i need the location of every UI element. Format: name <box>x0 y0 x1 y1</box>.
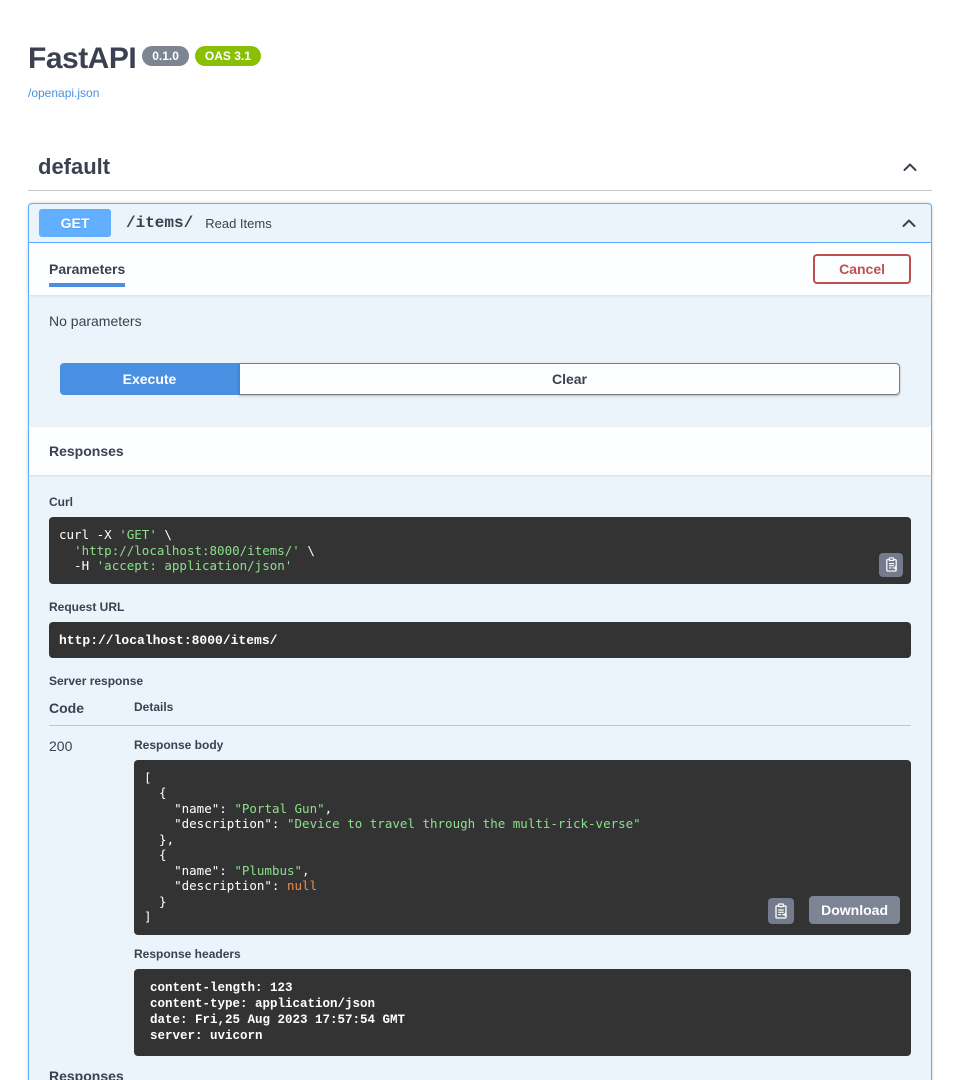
curl-label: Curl <box>49 495 911 509</box>
page-title: FastAPI <box>28 44 136 74</box>
server-response-label: Server response <box>49 674 911 688</box>
openapi-spec-link[interactable]: /openapi.json <box>28 86 99 100</box>
tag-header-default[interactable]: default <box>28 154 932 191</box>
clipboard-copy-icon <box>884 557 899 572</box>
response-headers-block: content-length: 123content-type: applica… <box>134 969 911 1056</box>
version-badge: 0.1.0 <box>142 46 189 66</box>
oas-version-badge: OAS 3.1 <box>195 46 261 66</box>
copy-button[interactable] <box>768 898 794 924</box>
request-url-value: http://localhost:8000/items/ <box>59 633 277 648</box>
parameters-title: Parameters <box>49 261 125 277</box>
server-response-table-head: Code Details <box>49 700 911 726</box>
response-body-label: Response body <box>134 738 911 752</box>
cancel-button[interactable]: Cancel <box>813 254 911 284</box>
responses-title: Responses <box>49 443 124 459</box>
server-response-row: 200 Response body [ { "name": "Portal Gu… <box>49 726 911 1056</box>
response-details: Response body [ { "name": "Portal Gun", … <box>134 738 911 1056</box>
tag-title: default <box>38 154 110 180</box>
response-body-block: [ { "name": "Portal Gun", "description":… <box>134 760 911 935</box>
details-column-header: Details <box>134 700 911 716</box>
download-button[interactable]: Download <box>809 896 900 924</box>
response-headers-label: Response headers <box>134 947 911 961</box>
tab-parameters[interactable]: Parameters <box>49 243 125 295</box>
operation-path: /items/ <box>126 214 193 232</box>
parameters-content: No parameters <box>29 295 931 329</box>
parameters-header: Parameters Cancel <box>29 243 931 295</box>
status-code: 200 <box>49 738 134 1056</box>
response-body-actions: Download <box>768 896 900 924</box>
tag-section-default: default GET /items/ Read Items Parameter… <box>28 154 932 1080</box>
request-url-label: Request URL <box>49 600 911 614</box>
curl-code-block: curl -X 'GET' \ 'http://localhost:8000/i… <box>49 517 911 584</box>
response-headers-text: content-length: 123content-type: applica… <box>150 980 895 1044</box>
execute-wrapper: Execute Clear <box>29 329 931 427</box>
code-column-header: Code <box>49 700 134 716</box>
clipboard-copy-icon <box>773 903 789 919</box>
swagger-ui-page: FastAPI 0.1.0 OAS 3.1 /openapi.json defa… <box>0 0 960 1080</box>
chevron-up-icon[interactable] <box>899 213 919 233</box>
opblock-get-items: GET /items/ Read Items Parameters Cancel… <box>28 203 932 1080</box>
method-badge: GET <box>39 209 111 237</box>
operation-summary: Read Items <box>205 216 271 231</box>
api-title-row: FastAPI 0.1.0 OAS 3.1 <box>28 44 932 74</box>
responses-inner: Curl curl -X 'GET' \ 'http://localhost:8… <box>29 475 931 1080</box>
curl-command: curl -X 'GET' \ 'http://localhost:8000/i… <box>59 527 901 574</box>
clear-button[interactable]: Clear <box>239 363 900 395</box>
responses-header: Responses <box>29 427 931 475</box>
api-info: FastAPI 0.1.0 OAS 3.1 /openapi.json <box>28 0 932 102</box>
documented-responses-title: Responses <box>49 1068 911 1080</box>
chevron-up-icon[interactable] <box>900 157 920 177</box>
copy-button[interactable] <box>879 553 903 577</box>
execute-button[interactable]: Execute <box>60 363 239 395</box>
request-url-block: http://localhost:8000/items/ <box>49 622 911 658</box>
opblock-summary[interactable]: GET /items/ Read Items <box>29 204 931 243</box>
no-parameters-text: No parameters <box>49 313 911 329</box>
